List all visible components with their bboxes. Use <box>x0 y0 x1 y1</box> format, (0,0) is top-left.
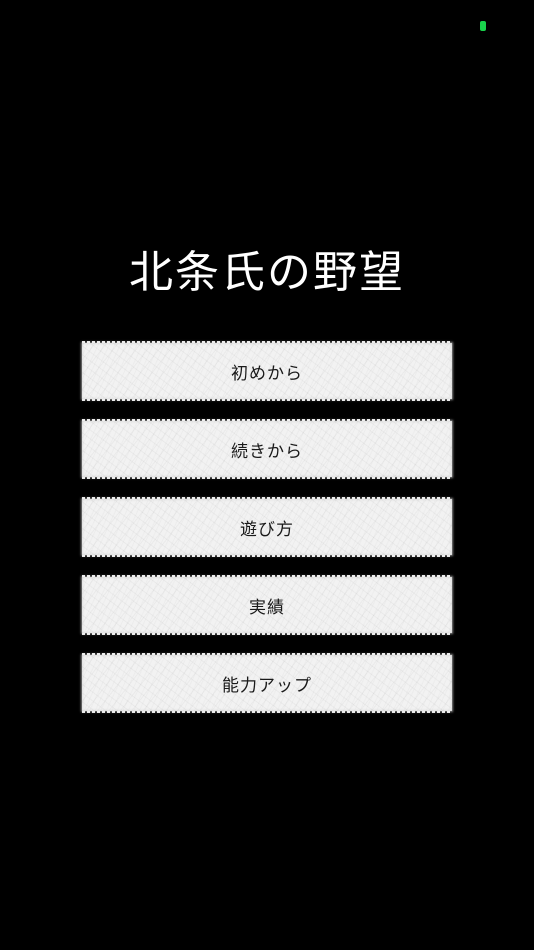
status-indicator <box>480 21 486 31</box>
ability-up-button[interactable]: 能力アップ <box>82 653 452 713</box>
main-menu: 初めから 続きから 遊び方 実績 能力アップ <box>82 341 452 733</box>
continue-button[interactable]: 続きから <box>82 419 452 479</box>
game-title: 北条氏の野望 <box>129 247 405 298</box>
achievements-label: 実績 <box>249 597 285 618</box>
ability-up-label: 能力アップ <box>222 675 312 696</box>
new-game-button[interactable]: 初めから <box>82 341 452 401</box>
achievements-button[interactable]: 実績 <box>82 575 452 635</box>
continue-label: 続きから <box>231 441 303 462</box>
how-to-play-label: 遊び方 <box>240 519 294 540</box>
new-game-label: 初めから <box>231 363 303 384</box>
how-to-play-button[interactable]: 遊び方 <box>82 497 452 557</box>
